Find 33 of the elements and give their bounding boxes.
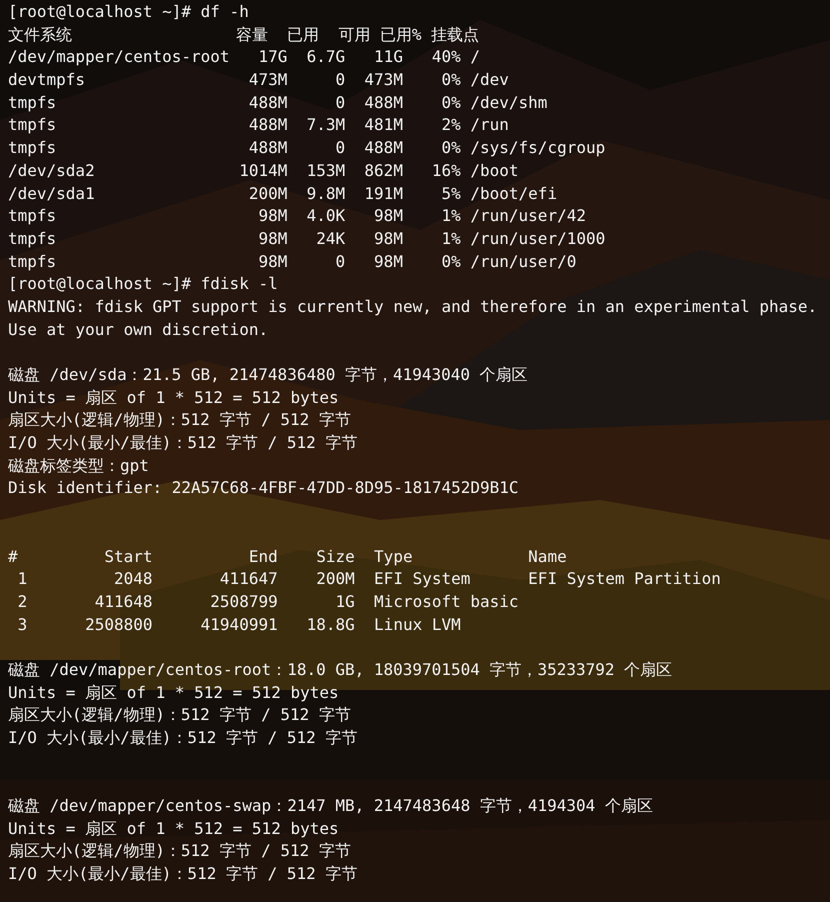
terminal-line: 磁盘 /dev/mapper/centos-swap：2147 MB, 2147483648 字节，4194304 个扇区: [8, 795, 653, 818]
terminal-line: 文件系统 容量 已用 可用 已用% 挂载点: [8, 24, 480, 46]
terminal-line: 2 411648 2508799 1G Microsoft basic: [16, 590, 519, 613]
terminal-line: 1 2048 411647 200M EFI System EFI System Partition: [16, 568, 721, 590]
terminal-line: Units = 扇区 of 1 * 512 = 512 bytes: [8, 386, 339, 409]
terminal-line: I/O 大小(最小/最佳)：512 字节 / 512 字节: [8, 863, 358, 886]
terminal-line: WARNING: fdisk GPT support is currently new, and therefore in an experimental phase.: [8, 296, 818, 318]
terminal-line: [root@localhost ~]# fdisk -l: [8, 273, 278, 296]
terminal-line: 磁盘 /dev/sda：21.5 GB, 21474836480 字节，41943040 个扇区: [8, 364, 528, 386]
terminal-line: [root@localhost ~]# df -h: [8, 1, 249, 23]
terminal-line: Disk identifier: 22A57C68-4FBF-47DD-8D95-1817452D9B1C: [8, 477, 519, 500]
terminal-line: Use at your own discretion.: [8, 318, 268, 341]
terminal-line: tmpfs 488M 7.3M 481M 2% /run: [8, 114, 509, 136]
terminal-line: 3 2508800 41940991 18.8G Linux LVM: [16, 614, 461, 636]
terminal-line: tmpfs 98M 4.0K 98M 1% /run/user/42: [8, 205, 586, 228]
terminal-line: /dev/sda2 1014M 153M 862M 16% /boot: [8, 160, 519, 182]
terminal-line: 扇区大小(逻辑/物理)：512 字节 / 512 字节: [8, 704, 351, 726]
terminal-line: 扇区大小(逻辑/物理)：512 字节 / 512 字节: [8, 840, 351, 862]
terminal-line: devtmpfs 473M 0 473M 0% /dev: [8, 69, 509, 92]
terminal-line: /dev/sda1 200M 9.8M 191M 5% /boot/efi: [8, 182, 558, 204]
terminal-line: Units = 扇区 of 1 * 512 = 512 bytes: [8, 818, 339, 840]
terminal-line: tmpfs 488M 0 488M 0% /dev/shm: [8, 92, 548, 114]
terminal-line: 磁盘 /dev/mapper/centos-root：18.0 GB, 18039701504 字节，35233792 个扇区: [8, 658, 672, 681]
terminal-line: # Start End Size Type Name: [8, 546, 567, 568]
terminal-line: /dev/mapper/centos-root 17G 6.7G 11G 40% /: [8, 46, 480, 68]
terminal-line: 扇区大小(逻辑/物理)：512 字节 / 512 字节: [8, 409, 351, 432]
terminal-line: I/O 大小(最小/最佳)：512 字节 / 512 字节: [8, 432, 358, 454]
terminal-line: tmpfs 98M 0 98M 0% /run/user/0: [8, 250, 576, 273]
terminal-line: tmpfs 488M 0 488M 0% /sys/fs/cgroup: [8, 137, 606, 160]
terminal-line: I/O 大小(最小/最佳)：512 字节 / 512 字节: [8, 727, 358, 750]
terminal-line: Units = 扇区 of 1 * 512 = 512 bytes: [8, 682, 339, 704]
terminal-line: tmpfs 98M 24K 98M 1% /run/user/1000: [8, 228, 606, 250]
terminal-line: 磁盘标签类型：gpt: [8, 454, 149, 477]
